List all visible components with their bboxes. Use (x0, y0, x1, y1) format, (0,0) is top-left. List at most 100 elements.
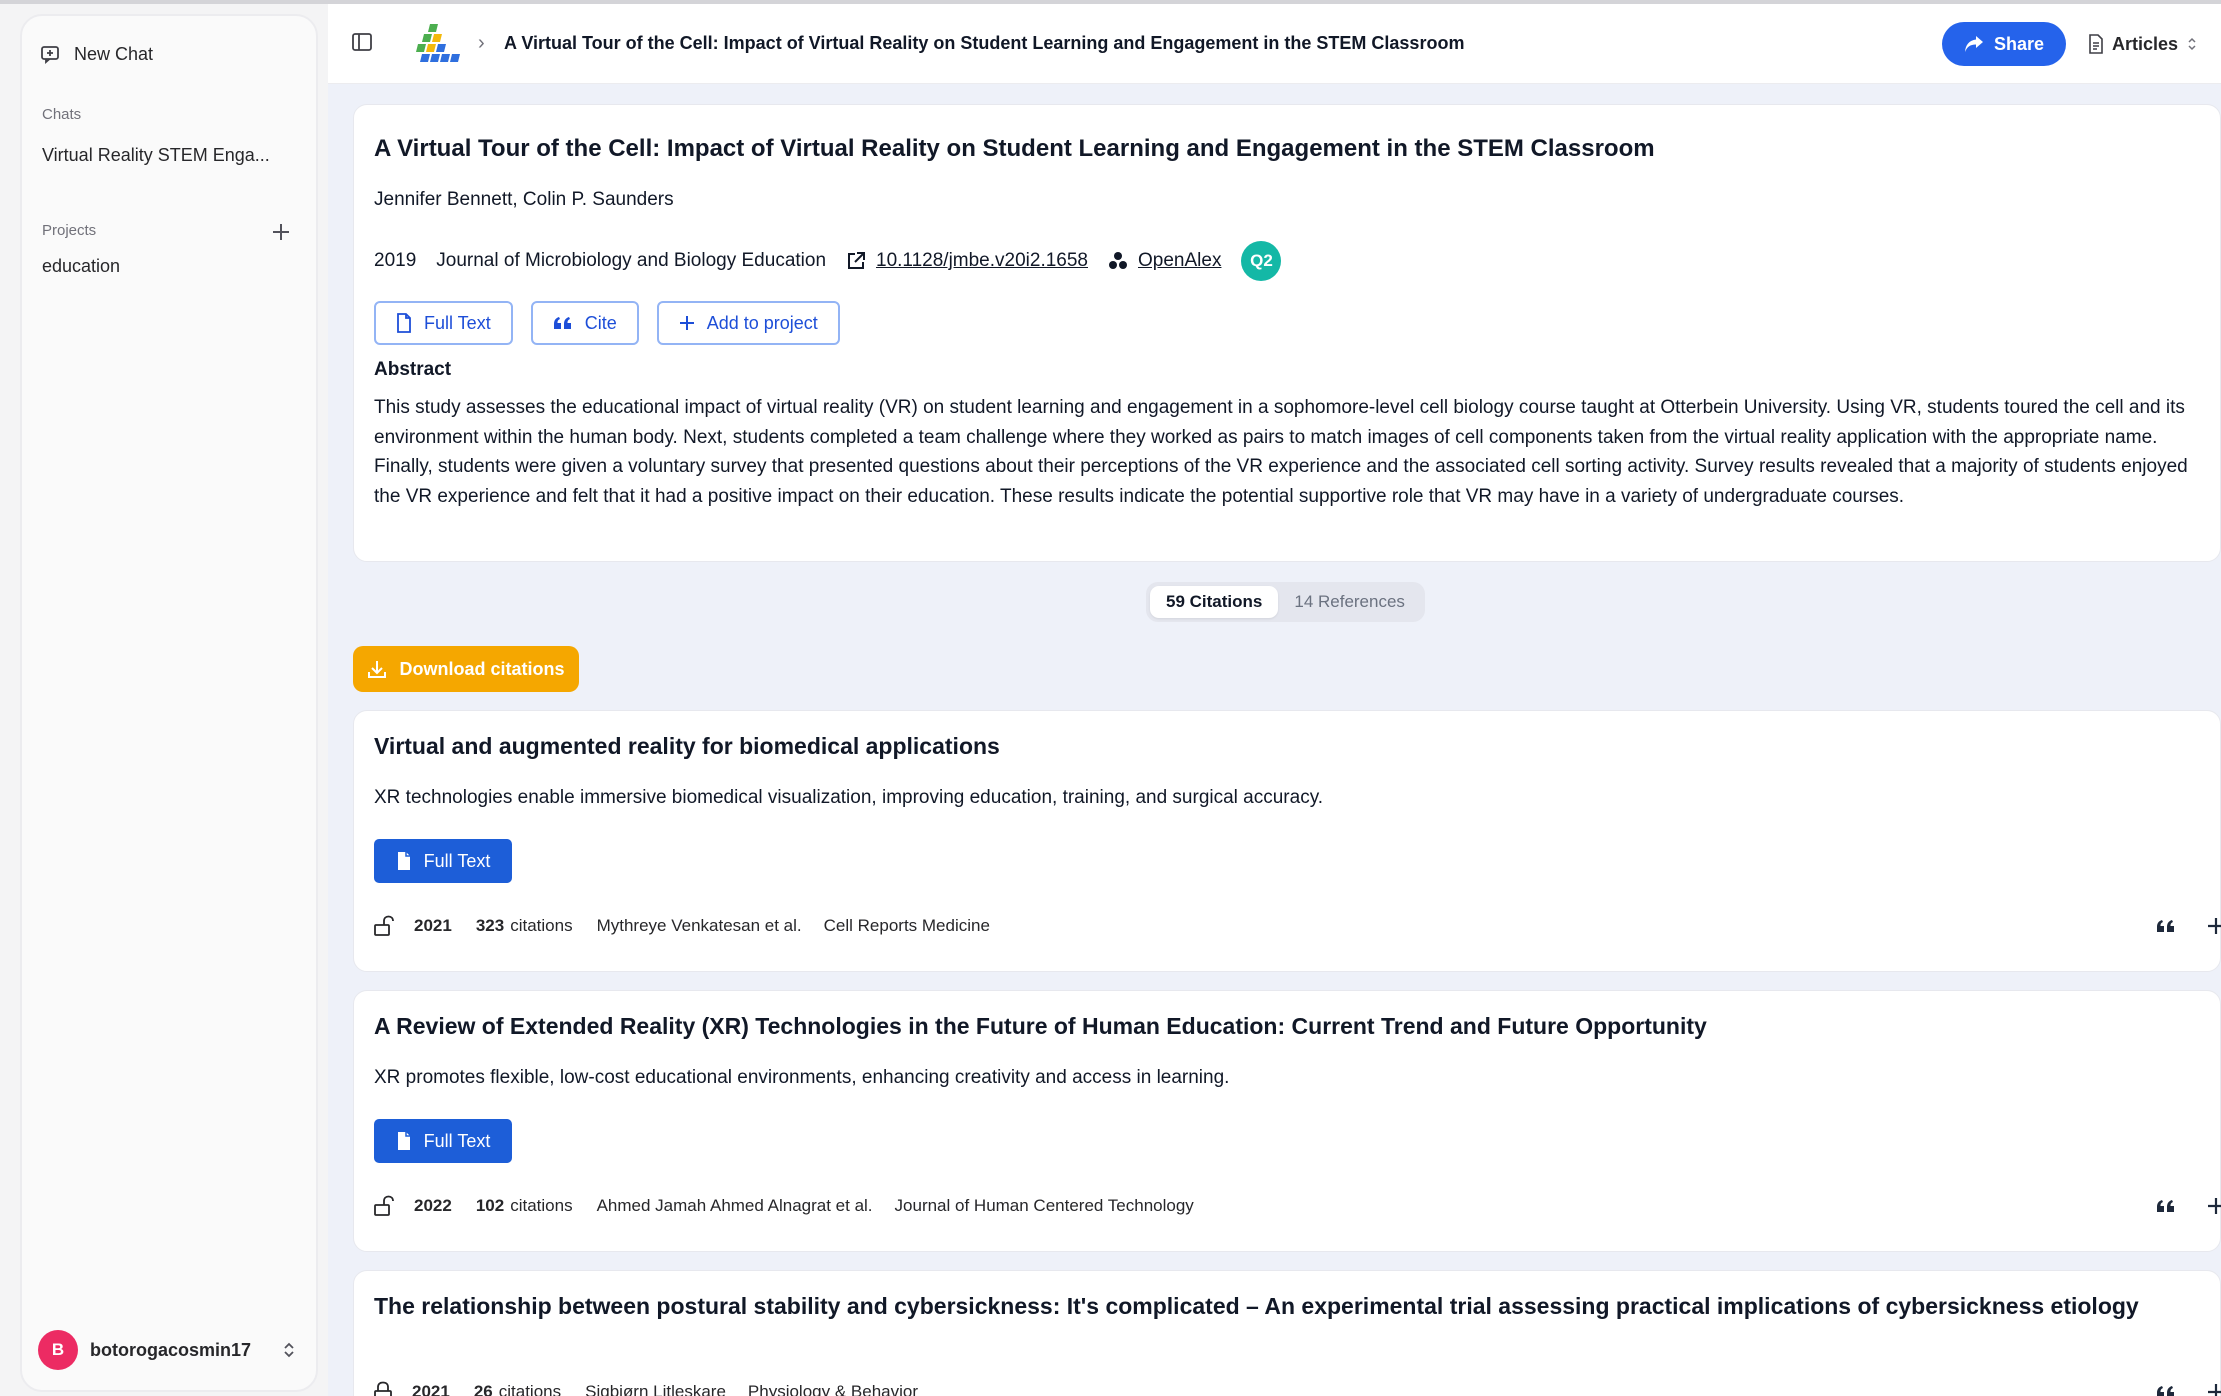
result-card: Virtual and augmented reality for biomed… (353, 710, 2221, 972)
new-chat-label: New Chat (74, 43, 154, 64)
add-to-project-button[interactable] (2201, 1377, 2221, 1396)
plus-icon (273, 224, 289, 240)
result-year: 2022 (414, 1196, 452, 1215)
sidebar: New Chat Chats Virtual Reality STEM Enga… (20, 14, 318, 1392)
quote-icon (2157, 1386, 2174, 1396)
username: botorogacosmin17 (90, 1339, 252, 1360)
abstract-text: This study assesses the educational impa… (374, 397, 2188, 508)
share-button[interactable]: Share (1942, 22, 2066, 66)
download-citations-button[interactable]: Download citations (353, 646, 579, 692)
tab-citations[interactable]: 59 Citations (1150, 586, 1279, 618)
full-text-button[interactable]: Full Text (374, 301, 513, 345)
cite-label: Cite (584, 312, 617, 333)
result-authors: Mythreye Venkatesan et al. (596, 916, 802, 935)
sidebar-chat-item[interactable]: Virtual Reality STEM Enga... (42, 145, 270, 166)
document-icon (397, 852, 410, 870)
new-chat-button[interactable]: New Chat (40, 34, 153, 74)
result-journal: Physiology & Behavior (747, 1382, 918, 1396)
result-summary: XR technologies enable immersive biomedi… (374, 787, 1324, 808)
result-title[interactable]: The relationship between postural stabil… (374, 1293, 2139, 1320)
result-title[interactable]: A Review of Extended Reality (XR) Techno… (374, 1013, 1707, 1040)
result-full-text-label: Full Text (423, 1130, 491, 1151)
chats-section-label: Chats (42, 106, 82, 123)
result-meta: 2022 102 citations Ahmed Jamah Ahmed Aln… (374, 1195, 1194, 1217)
result-citations-label: citations (510, 1196, 573, 1215)
chevron-updown-icon (284, 1342, 294, 1358)
share-icon (1964, 36, 1983, 52)
paper-year: 2019 (374, 250, 417, 271)
document-icon (397, 313, 411, 333)
result-year: 2021 (412, 1382, 450, 1396)
cite-button[interactable] (2151, 1377, 2181, 1396)
avatar: B (38, 1330, 78, 1370)
plus-icon (2208, 918, 2221, 934)
sidebar-toggle-icon[interactable] (350, 30, 374, 54)
add-to-project-button[interactable] (2201, 1191, 2221, 1221)
result-card: A Review of Extended Reality (XR) Techno… (353, 990, 2221, 1252)
paper-detail-card: A Virtual Tour of the Cell: Impact of Vi… (353, 104, 2221, 562)
quote-icon (2157, 1200, 2174, 1212)
result-year: 2021 (414, 916, 452, 935)
quartile-badge: Q2 (1241, 241, 1282, 281)
result-citation-count: 26 (473, 1382, 493, 1396)
download-icon (368, 661, 387, 678)
result-full-text-button[interactable]: Full Text (374, 1119, 512, 1163)
external-link-icon (848, 252, 866, 269)
result-journal: Cell Reports Medicine (823, 916, 990, 935)
projects-section-label: Projects (42, 222, 97, 239)
tab-references[interactable]: 14 References (1278, 586, 1421, 618)
add-to-project-button[interactable] (2201, 911, 2221, 941)
result-citation-count: 102 (475, 1196, 505, 1215)
abstract-heading: Abstract (374, 359, 452, 380)
unlock-icon (374, 1195, 394, 1216)
cite-button[interactable]: Cite (530, 301, 639, 345)
sidebar-project-item[interactable]: education (42, 256, 120, 277)
openalex-icon (1109, 252, 1127, 269)
paper-actions: Full Text Cite Add to project (374, 301, 840, 345)
paper-meta: 2019 Journal of Microbiology and Biology… (374, 241, 1282, 281)
add-to-project-button[interactable]: Add to project (656, 301, 840, 345)
document-icon (2089, 34, 2103, 54)
download-citations-label: Download citations (399, 658, 565, 679)
paper-journal: Journal of Microbiology and Biology Educ… (436, 250, 827, 271)
articles-dropdown[interactable]: Articles (2088, 26, 2198, 62)
result-journal: Journal of Human Centered Technology (894, 1196, 1194, 1215)
user-menu[interactable]: B botorogacosmin17 (38, 1326, 304, 1374)
breadcrumb-title: A Virtual Tour of the Cell: Impact of Vi… (504, 33, 1465, 53)
plus-icon (2208, 1198, 2221, 1214)
result-citations-label: citations (510, 916, 573, 935)
full-text-label: Full Text (424, 312, 491, 333)
doi-link[interactable]: 10.1128/jmbe.v20i2.1658 (876, 250, 1088, 272)
share-label: Share (1993, 33, 2045, 54)
openalex-link[interactable]: OpenAlex (1138, 250, 1221, 272)
plus-icon (679, 316, 694, 330)
result-citations-label: citations (498, 1382, 562, 1396)
result-authors: Sigbjørn Litleskare (585, 1382, 726, 1396)
header: › A Virtual Tour of the Cell: Impact of … (328, 4, 2221, 84)
result-authors: Ahmed Jamah Ahmed Alnagrat et al. (596, 1196, 873, 1215)
result-meta: 2021 323 citations Mythreye Venkatesan e… (374, 915, 990, 937)
main-content: › A Virtual Tour of the Cell: Impact of … (328, 4, 2221, 1396)
result-meta: 2021 26 citations Sigbjørn Litleskare Ph… (374, 1381, 918, 1396)
quote-icon (2157, 920, 2174, 932)
result-citation-count: 323 (475, 916, 505, 935)
chevron-updown-icon (2188, 37, 2196, 51)
articles-label: Articles (2112, 33, 2179, 54)
paper-authors: Jennifer Bennett, Colin P. Saunders (374, 189, 674, 210)
result-title[interactable]: Virtual and augmented reality for biomed… (374, 733, 1000, 760)
lock-icon (374, 1381, 392, 1396)
chevron-right-icon: › (478, 32, 485, 54)
result-full-text-button[interactable]: Full Text (374, 839, 512, 883)
new-chat-icon (41, 46, 59, 64)
cite-button[interactable] (2151, 1191, 2181, 1221)
cite-button[interactable] (2151, 911, 2181, 941)
result-card: The relationship between postural stabil… (353, 1270, 2221, 1396)
unlock-icon (374, 915, 394, 936)
quote-icon (553, 317, 571, 329)
add-to-project-label: Add to project (706, 312, 818, 333)
app-logo[interactable] (416, 22, 462, 64)
citations-references-tabs: 59 Citations 14 References (1146, 582, 1425, 622)
result-summary: XR promotes flexible, low-cost education… (374, 1067, 1230, 1088)
add-project-button[interactable] (268, 219, 294, 245)
paper-title: A Virtual Tour of the Cell: Impact of Vi… (374, 135, 1655, 162)
